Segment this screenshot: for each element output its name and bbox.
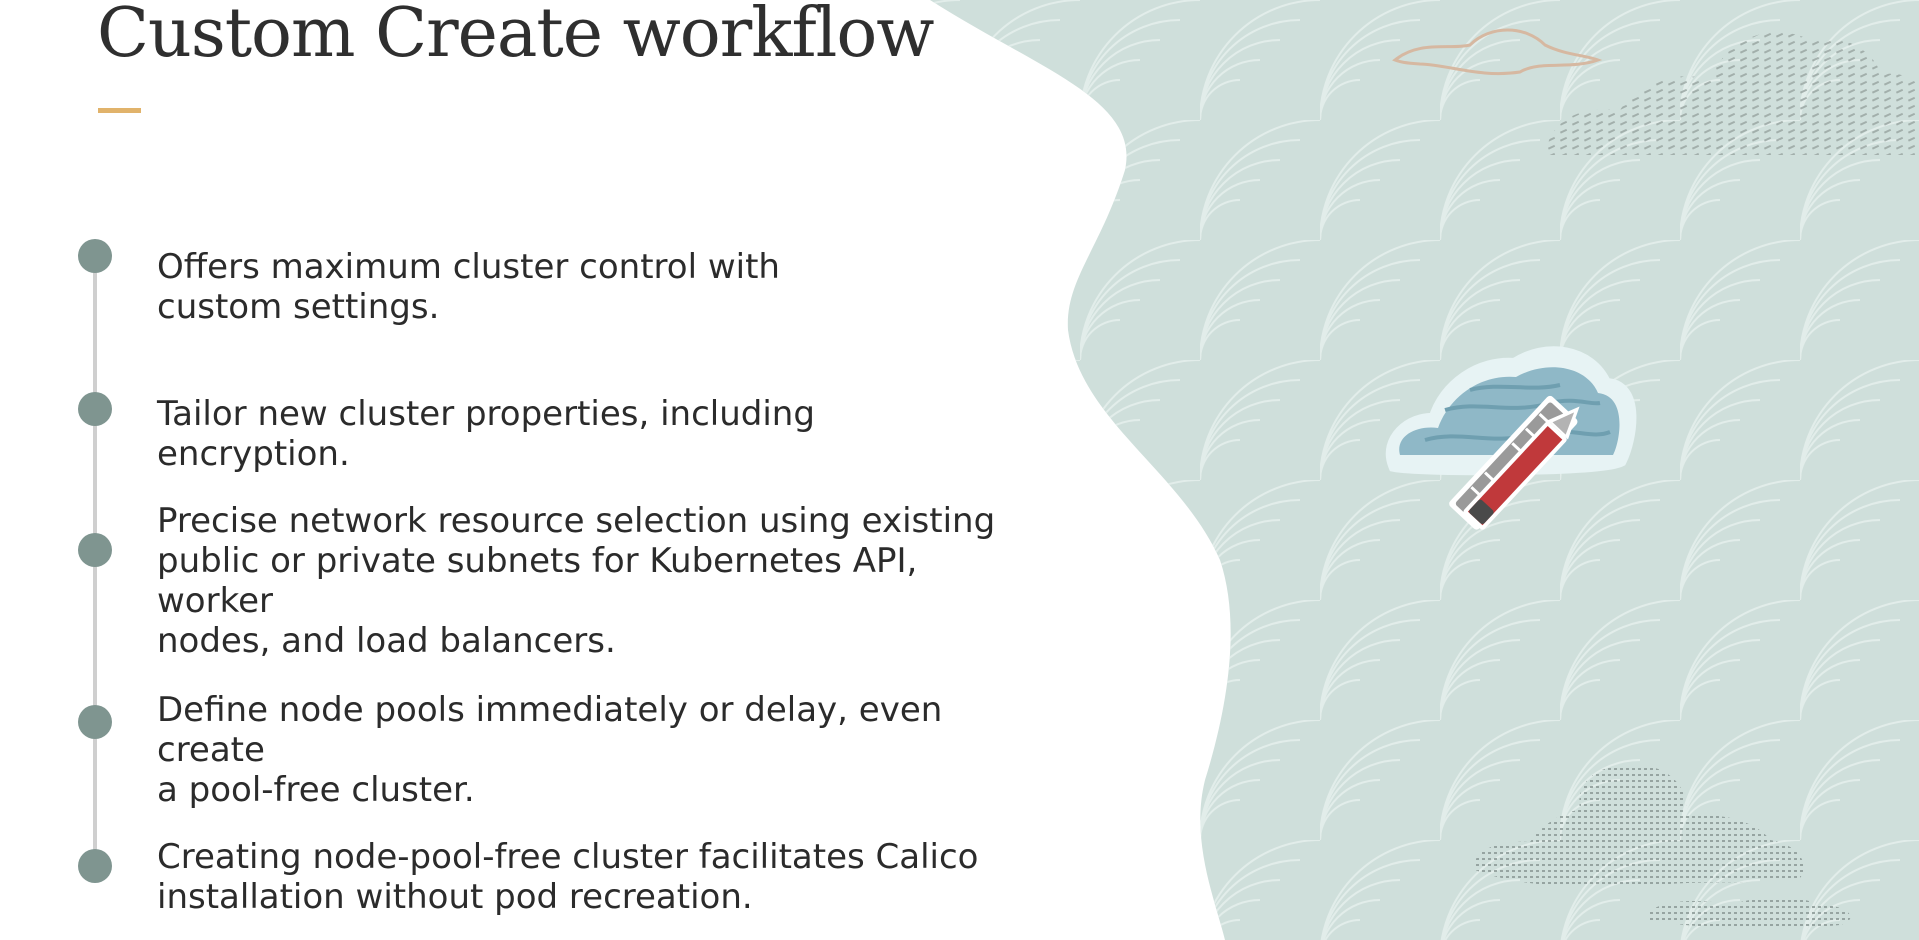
bullet-point-2: Tailor new cluster properties, including… (157, 394, 815, 474)
slide: Custom Create workflow Offers maximum cl… (0, 0, 1919, 940)
slide-title: Custom Create workflow (97, 0, 934, 73)
timeline-dot-4 (78, 705, 112, 739)
bullet-point-4: Define node pools immediately or delay, … (157, 690, 943, 810)
timeline-dot-2 (78, 392, 112, 426)
title-accent-bar (98, 108, 141, 113)
bullet-point-1: Offers maximum cluster control with cust… (157, 247, 780, 327)
bullet-point-3: Precise network resource selection using… (157, 501, 996, 661)
timeline-dot-1 (78, 239, 112, 273)
timeline-dot-5 (78, 849, 112, 883)
bullet-point-5: Creating node-pool-free cluster facilita… (157, 837, 979, 917)
timeline-dot-3 (78, 533, 112, 567)
